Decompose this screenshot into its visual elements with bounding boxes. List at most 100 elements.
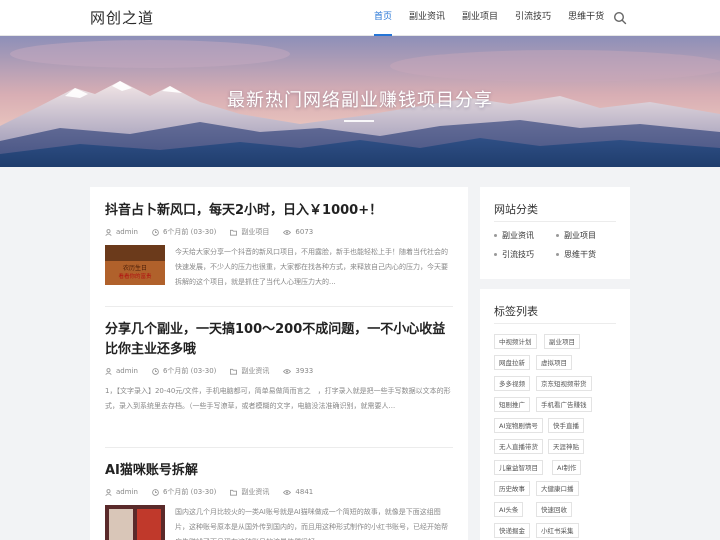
- tag-link[interactable]: 手机看广告赚钱: [536, 397, 592, 412]
- thumbnail-caption-2: 看看你的富贵: [118, 274, 152, 280]
- widget-divider: [494, 323, 616, 324]
- main-nav: 首页 副业资讯 副业项目 引流技巧 思维干货: [374, 0, 621, 36]
- tag-link[interactable]: 中视频计划: [494, 334, 537, 349]
- thumbnail-caption-1: 农历生日: [122, 265, 147, 272]
- post-views: 3933: [283, 366, 313, 376]
- post-item: AI猫咪账号拆解 admin 6个月前 (03-30) 副业资讯 4841 国内…: [105, 461, 453, 540]
- hero-banner: 最新热门网络副业赚钱项目分享: [0, 36, 720, 167]
- nav-item-home[interactable]: 首页: [374, 0, 393, 36]
- hero-title: 最新热门网络副业赚钱项目分享: [227, 90, 493, 111]
- hero-divider: [344, 120, 374, 122]
- post-author-name: admin: [116, 488, 138, 496]
- post-author-name: admin: [116, 367, 138, 375]
- post-time: 6个月前 (03-30): [152, 227, 216, 237]
- nav-item-traffic[interactable]: 引流技巧: [515, 0, 551, 36]
- nav-item-news[interactable]: 副业资讯: [409, 0, 445, 36]
- tag-link[interactable]: 快速回收: [536, 502, 572, 517]
- post-meta: admin 6个月前 (03-30) 副业项目 6073: [105, 227, 453, 237]
- tag-link[interactable]: 网盘拉新: [494, 355, 530, 370]
- tag-widget-title: 标签列表: [494, 305, 538, 318]
- post-meta: admin 6个月前 (03-30) 副业资讯 4841: [105, 487, 453, 497]
- post-author-name: admin: [116, 228, 138, 236]
- post-views-count: 3933: [295, 367, 314, 375]
- tag-widget: 标签列表 中视频计划 副业项目 网盘拉新 虚拟项目 多多视频 京东短视频带货 短…: [480, 289, 630, 540]
- post-thumbnail[interactable]: [105, 505, 165, 540]
- folder-icon: [230, 229, 238, 236]
- post-item: 分享几个副业，一天搞100～200不成问题，一不小心收益比你主业还多哦 admi…: [105, 320, 453, 429]
- tag-link[interactable]: 快手直播: [548, 418, 584, 433]
- tag-link[interactable]: 大健康口播: [536, 481, 579, 496]
- post-time-text: 6个月前 (03-30): [162, 228, 217, 236]
- category-link[interactable]: 副业项目: [556, 230, 596, 241]
- post-category[interactable]: 副业资讯: [230, 487, 269, 497]
- post-category[interactable]: 副业项目: [230, 227, 269, 237]
- post-author[interactable]: admin: [105, 227, 138, 237]
- post-time: 6个月前 (03-30): [152, 487, 216, 497]
- post-list: 抖音占卜新风口，每天2小时，日入￥1000+！ admin 6个月前 (03-3…: [90, 187, 468, 540]
- user-icon: [105, 488, 112, 496]
- folder-icon: [230, 368, 238, 375]
- post-views-count: 4841: [295, 488, 314, 496]
- post-category-name: 副业资讯: [241, 367, 270, 375]
- widget-divider: [494, 221, 616, 222]
- post-excerpt: 1，【文字录入】20-40元/文件，手机电脑都可，简单易做简而言之 ，打字录入就…: [105, 387, 451, 410]
- post-title[interactable]: AI猫咪账号拆解: [105, 461, 453, 481]
- post-title[interactable]: 分享几个副业，一天搞100～200不成问题，一不小心收益比你主业还多哦: [105, 320, 453, 360]
- post-views: 4841: [283, 487, 313, 497]
- folder-icon: [230, 489, 238, 496]
- site-logo[interactable]: 网创之道: [90, 7, 154, 28]
- post-category[interactable]: 副业资讯: [230, 366, 269, 376]
- nav-item-mindset[interactable]: 思维干货: [568, 0, 604, 36]
- tag-link[interactable]: 虚拟项目: [536, 355, 572, 370]
- post-title[interactable]: 抖音占卜新风口，每天2小时，日入￥1000+！: [105, 201, 453, 221]
- post-body: 国内这几个月比较火的一类AI账号就是AI猫咪做成一个简短的故事，就像是下面这组图…: [105, 505, 453, 540]
- user-icon: [105, 228, 112, 236]
- post-divider: [105, 447, 453, 448]
- post-time-text: 6个月前 (03-30): [162, 488, 217, 496]
- tag-link[interactable]: 天涯神贴: [548, 439, 584, 454]
- eye-icon: [283, 229, 292, 235]
- tag-link[interactable]: AI头条: [494, 502, 524, 517]
- site-header: 网创之道 首页 副业资讯 副业项目 引流技巧 思维干货: [0, 0, 720, 36]
- post-meta: admin 6个月前 (03-30) 副业资讯 3933: [105, 366, 453, 376]
- eye-icon: [283, 489, 292, 495]
- post-thumbnail[interactable]: 农历生日 看看你的富贵: [105, 245, 165, 285]
- tag-link[interactable]: 京东短视频带货: [536, 376, 592, 391]
- tag-link[interactable]: 副业项目: [544, 334, 580, 349]
- post-excerpt: 国内这几个月比较火的一类AI账号就是AI猫咪做成一个简短的故事，就像是下面这组图…: [175, 508, 448, 540]
- search-icon[interactable]: [613, 10, 627, 25]
- tag-link[interactable]: 多多视频: [494, 376, 530, 391]
- post-divider: [105, 306, 453, 307]
- tag-link[interactable]: 无人直播带货: [494, 439, 543, 454]
- tag-link[interactable]: 短剧推广: [494, 397, 530, 412]
- tag-link[interactable]: 小红书采集: [536, 523, 579, 538]
- category-widget: 网站分类 副业资讯 副业项目 引流技巧 思维干货: [480, 187, 630, 279]
- post-views-count: 6073: [295, 228, 314, 236]
- post-time-text: 6个月前 (03-30): [162, 367, 217, 375]
- user-icon: [105, 367, 112, 375]
- category-link[interactable]: 引流技巧: [494, 249, 534, 260]
- tag-link[interactable]: AI制作: [552, 460, 582, 475]
- clock-icon: [152, 488, 159, 496]
- post-category-name: 副业项目: [241, 228, 270, 236]
- post-views: 6073: [283, 227, 313, 237]
- clock-icon: [152, 367, 159, 375]
- clock-icon: [152, 228, 159, 236]
- eye-icon: [283, 368, 292, 374]
- tag-link[interactable]: AI宠物剧情号: [494, 418, 543, 433]
- nav-item-projects[interactable]: 副业项目: [462, 0, 498, 36]
- post-item: 抖音占卜新风口，每天2小时，日入￥1000+！ admin 6个月前 (03-3…: [105, 201, 453, 290]
- post-excerpt: 今天给大家分享一个抖音的新风口项目，不用露脸，新手也能轻松上手！随着当代社会的快…: [175, 248, 448, 286]
- post-category-name: 副业资讯: [241, 488, 270, 496]
- post-author[interactable]: admin: [105, 366, 138, 376]
- post-time: 6个月前 (03-30): [152, 366, 216, 376]
- category-widget-title: 网站分类: [494, 203, 538, 216]
- category-link[interactable]: 副业资讯: [494, 230, 534, 241]
- tag-link[interactable]: 儿童益智项目: [494, 460, 543, 475]
- tag-link[interactable]: 快递掘金: [494, 523, 530, 538]
- tag-link[interactable]: 历史故事: [494, 481, 530, 496]
- post-body: 农历生日 看看你的富贵 今天给大家分享一个抖音的新风口项目，不用露脸，新手也能轻…: [105, 245, 453, 290]
- category-link[interactable]: 思维干货: [556, 249, 596, 260]
- post-body: 1，【文字录入】20-40元/文件，手机电脑都可，简单易做简而言之 ，打字录入就…: [105, 384, 453, 429]
- post-author[interactable]: admin: [105, 487, 138, 497]
